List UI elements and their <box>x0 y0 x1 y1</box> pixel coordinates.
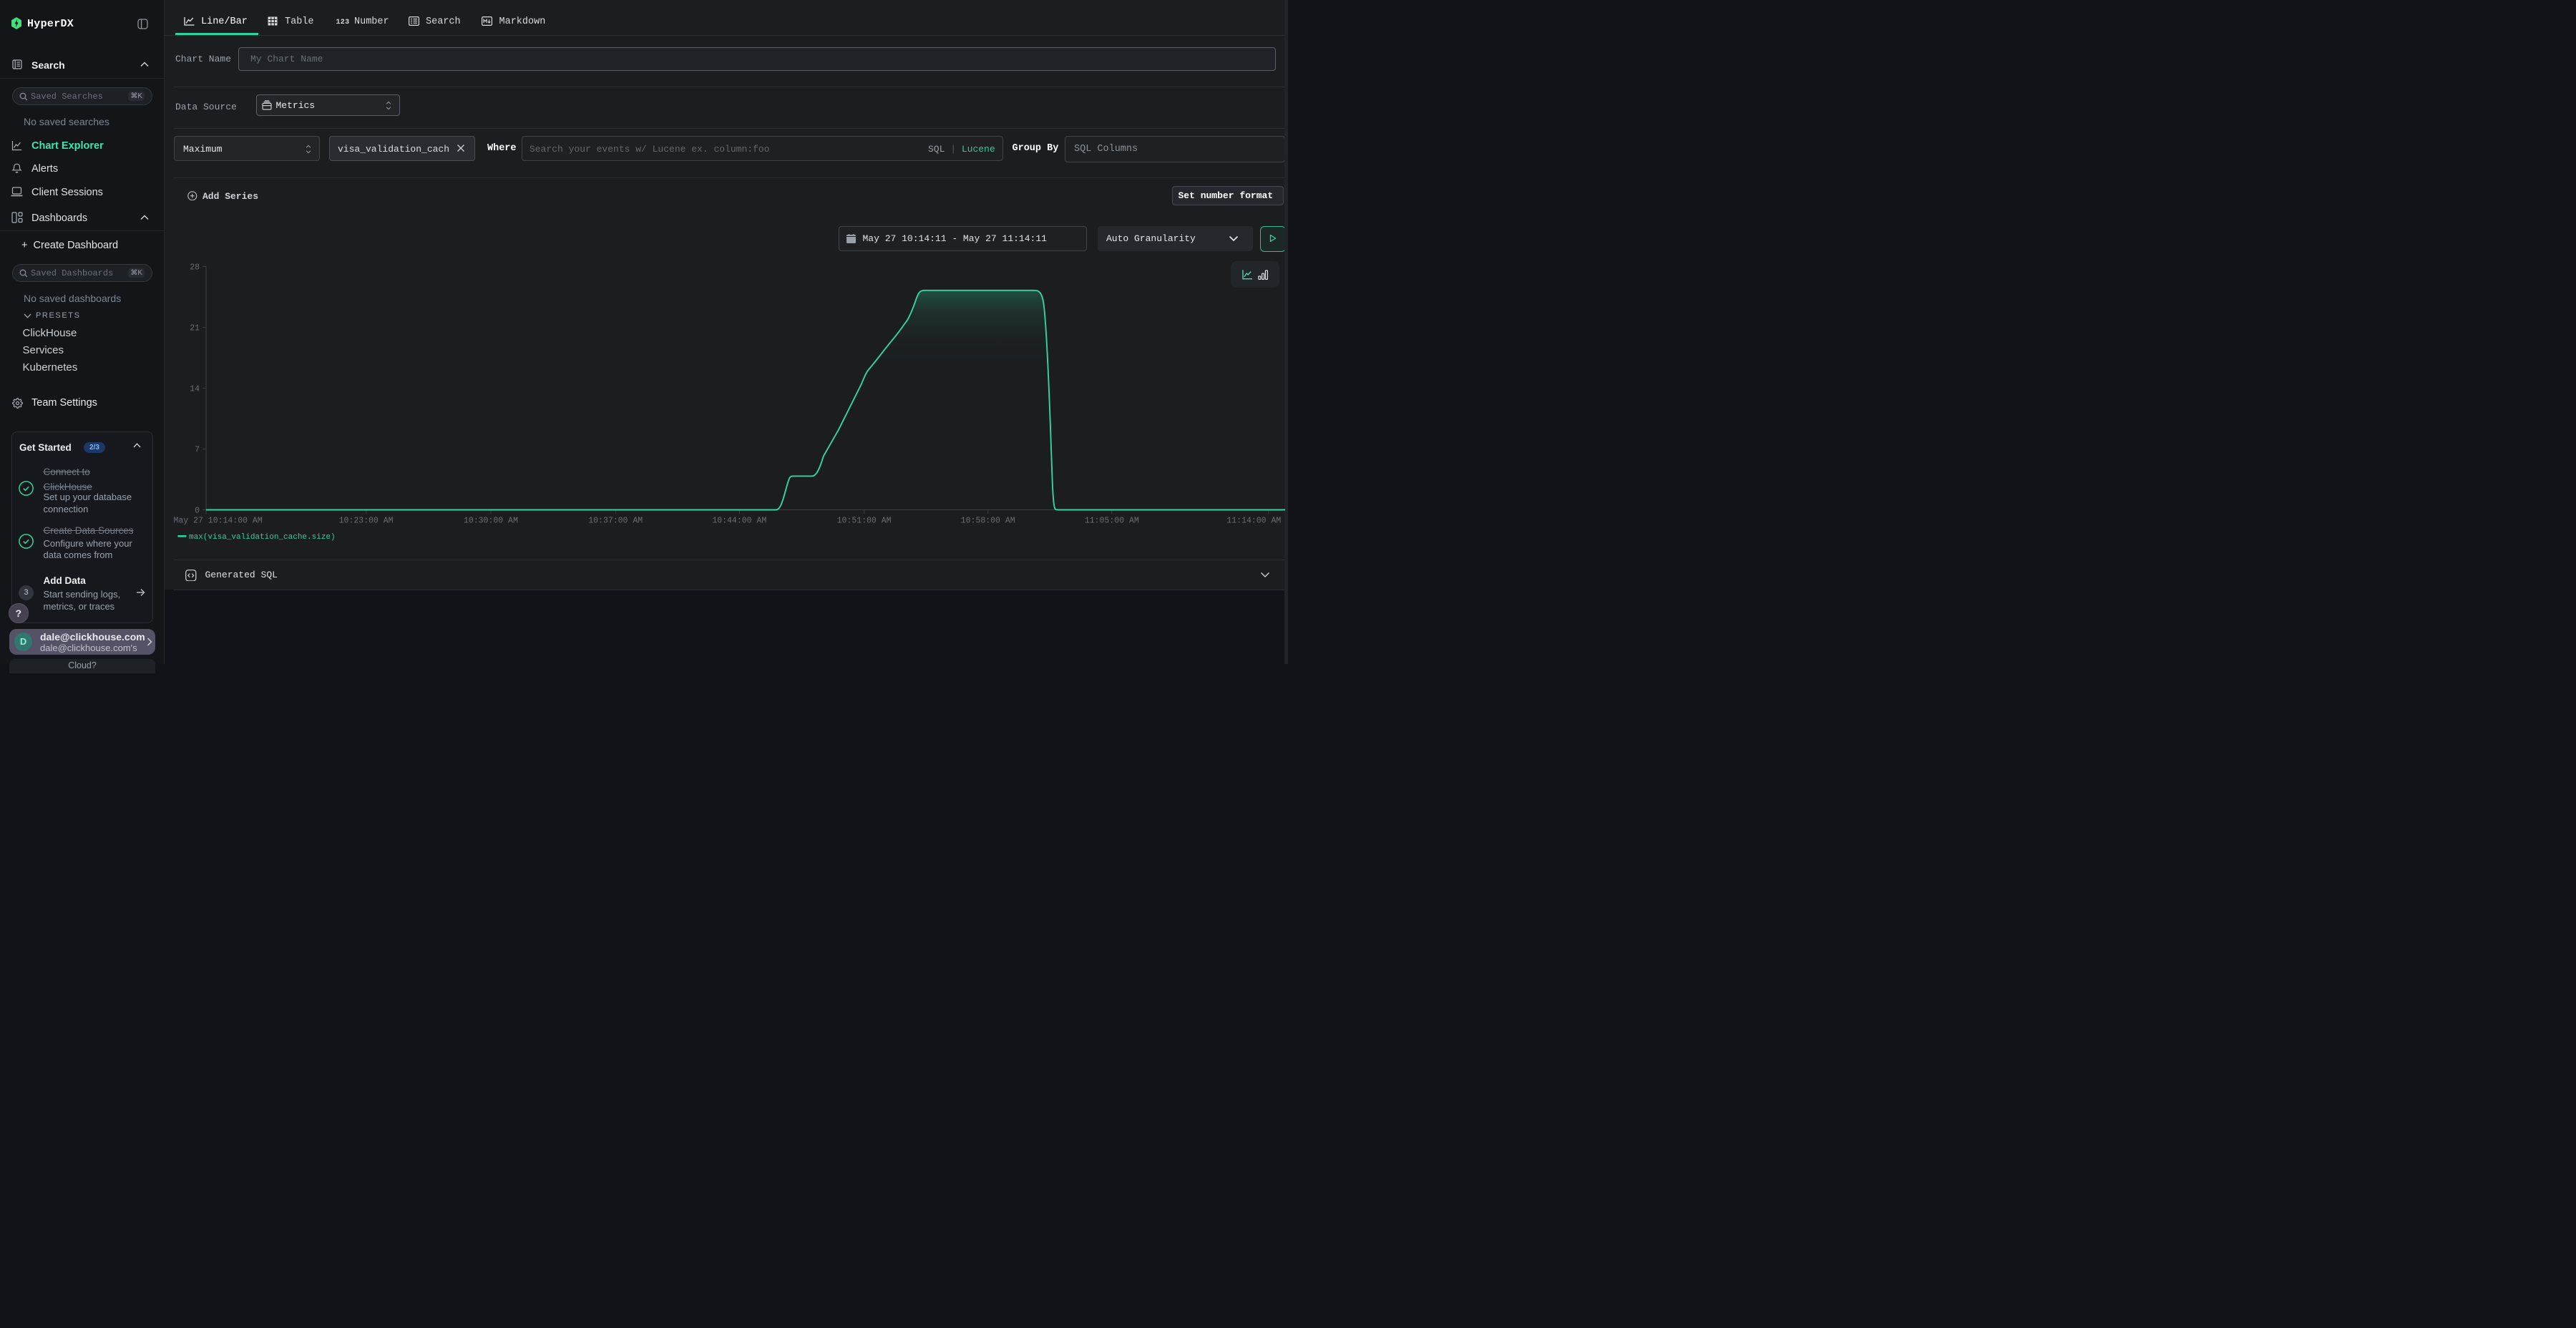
svg-text:0: 0 <box>195 507 200 516</box>
svg-text:10:58:00 AM: 10:58:00 AM <box>961 517 1015 526</box>
svg-text:21: 21 <box>190 324 200 333</box>
svg-text:28: 28 <box>190 263 200 273</box>
svg-text:May 27 10:14:00 AM: May 27 10:14:00 AM <box>174 517 263 526</box>
svg-text:11:14:00 AM: 11:14:00 AM <box>1226 517 1281 526</box>
svg-text:10:23:00 AM: 10:23:00 AM <box>339 517 394 526</box>
svg-text:10:30:00 AM: 10:30:00 AM <box>464 517 518 526</box>
svg-text:7: 7 <box>195 446 200 455</box>
svg-text:14: 14 <box>190 385 200 394</box>
svg-text:10:44:00 AM: 10:44:00 AM <box>712 517 766 526</box>
svg-text:11:05:00 AM: 11:05:00 AM <box>1085 517 1139 526</box>
svg-text:10:37:00 AM: 10:37:00 AM <box>588 517 643 526</box>
svg-text:max(visa_validation_cache.size: max(visa_validation_cache.size) <box>189 533 336 542</box>
svg-text:10:51:00 AM: 10:51:00 AM <box>837 517 892 526</box>
